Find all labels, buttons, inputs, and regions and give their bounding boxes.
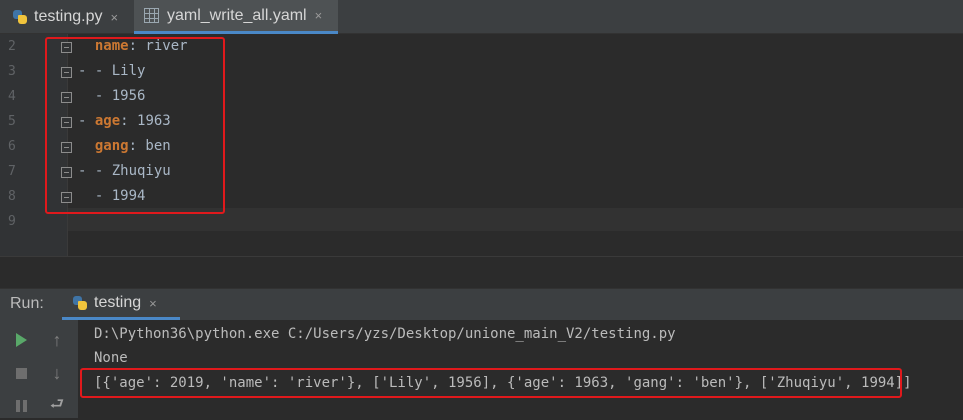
console-line-command: D:\Python36\python.exe C:/Users/yzs/Desk… [94, 326, 676, 342]
line-number: 7 [8, 164, 16, 179]
run-toolbar: ↑ ↓ ⮐ [0, 320, 78, 418]
line-number: 2 [8, 39, 16, 54]
editor-bottom-area [0, 256, 963, 288]
tab-label: yaml_write_all.yaml [167, 6, 307, 24]
highlight-box-output [80, 368, 902, 398]
soft-wrap-icon: ⮐ [49, 395, 65, 413]
line-number: 9 [8, 214, 16, 229]
play-icon [15, 333, 27, 347]
editor-tab-bar: testing.py × yaml_write_all.yaml × [0, 0, 963, 34]
run-tab-label: testing [94, 294, 142, 311]
line-number: 6 [8, 139, 16, 154]
line-number: 5 [8, 114, 16, 129]
pause-icon [15, 400, 27, 412]
tab-yaml-write-all[interactable]: yaml_write_all.yaml × [134, 0, 338, 34]
tab-label: testing.py [34, 8, 103, 25]
yaml-file-icon [144, 8, 159, 23]
tab-testing-py[interactable]: testing.py × [0, 0, 134, 34]
python-file-icon [72, 295, 88, 311]
line-number: 3 [8, 64, 16, 79]
scroll-down-button[interactable]: ↓ [46, 362, 68, 384]
line-number: 8 [8, 189, 16, 204]
run-label: Run: [10, 295, 44, 312]
arrow-down-icon: ↓ [52, 363, 62, 383]
close-icon[interactable]: × [315, 8, 323, 23]
highlight-box-yaml [45, 37, 225, 214]
run-tab-testing[interactable]: testing × [62, 289, 180, 320]
python-file-icon [12, 9, 28, 25]
scroll-up-button[interactable]: ↑ [46, 329, 68, 351]
console-line-none: None [94, 350, 128, 366]
soft-wrap-button[interactable]: ⮐ [46, 395, 68, 417]
stop-icon [15, 367, 27, 379]
close-icon[interactable]: × [110, 10, 118, 25]
stop-button[interactable] [10, 362, 32, 384]
arrow-up-icon: ↑ [52, 330, 62, 350]
run-panel-header: Run: testing × [0, 288, 963, 320]
line-number: 4 [8, 89, 16, 104]
rerun-button[interactable] [10, 329, 32, 351]
close-icon[interactable]: × [149, 296, 157, 311]
code-editor[interactable]: 2 name: river 3- - Lily 4 - 1956 5- age: 19… [0, 34, 963, 256]
pause-button[interactable] [10, 395, 32, 417]
run-console[interactable]: D:\Python36\python.exe C:/Users/yzs/Desk… [78, 320, 963, 418]
